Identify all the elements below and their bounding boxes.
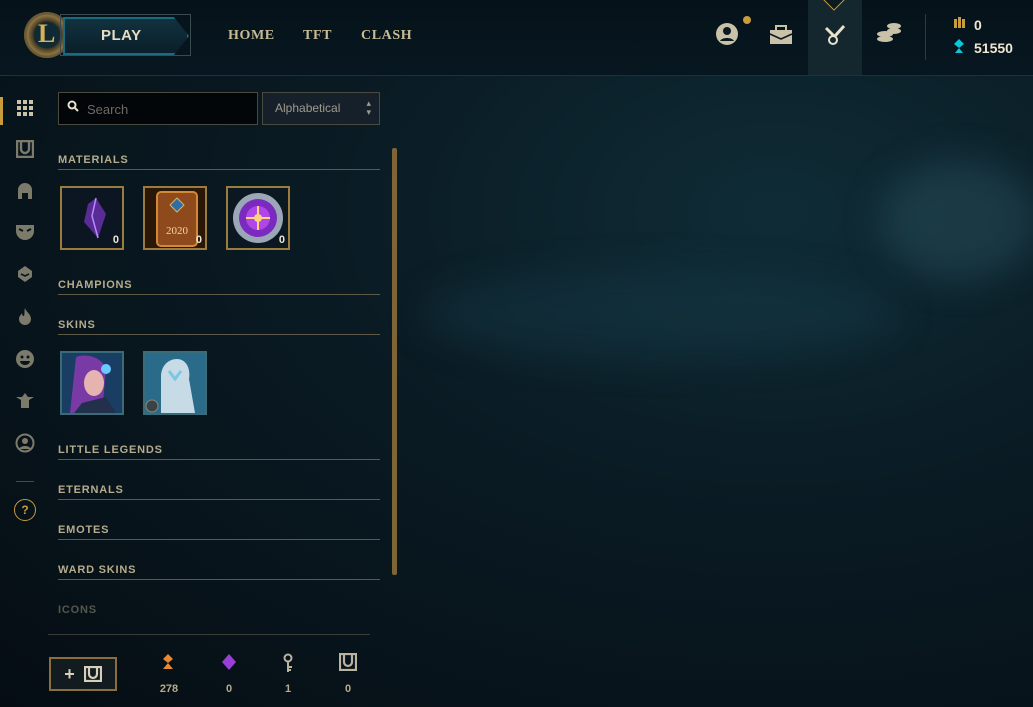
sidebar: ?	[0, 76, 48, 707]
profile-icon[interactable]	[713, 22, 741, 50]
bottom-divider	[48, 634, 370, 635]
resource-value: 0	[225, 683, 233, 695]
sidebar-selected-indicator	[0, 97, 3, 125]
chest-icon[interactable]	[14, 139, 36, 162]
category-champions[interactable]: CHAMPIONS	[58, 275, 380, 295]
nav-tft[interactable]: TFT	[303, 28, 332, 44]
category-skins[interactable]: SKINS	[58, 315, 380, 335]
coins-icon[interactable]	[875, 22, 903, 50]
add-label: +	[64, 664, 75, 684]
emote-face-icon[interactable]	[14, 349, 36, 371]
category-label: WARD SKINS	[58, 564, 137, 576]
material-tile[interactable]: 0	[60, 186, 124, 250]
orange-essence-display: 0	[952, 16, 982, 33]
scrollbar[interactable]	[392, 148, 397, 575]
category-eternals[interactable]: ETERNALS	[58, 480, 380, 500]
skin-portrait-icon	[62, 353, 122, 413]
category-label: MATERIALS	[58, 154, 129, 166]
helmet-icon[interactable]	[14, 182, 36, 204]
purple-gem-icon	[209, 653, 249, 677]
resource-purple-gem: 0	[209, 653, 249, 695]
totem-icon[interactable]	[14, 391, 36, 413]
chest-icon	[83, 665, 102, 683]
category-label: ICONS	[58, 604, 97, 616]
resource-value: 0	[344, 683, 352, 695]
topbar-separator	[925, 14, 926, 60]
resource-value: 1	[284, 683, 292, 695]
profile-circle-icon[interactable]	[14, 433, 36, 455]
search-box[interactable]	[58, 92, 258, 125]
search-icon	[67, 100, 79, 115]
play-button-label: PLAY	[101, 27, 142, 44]
sidebar-divider	[16, 481, 34, 482]
notification-dot	[743, 16, 751, 24]
orange-essence-icon	[149, 653, 189, 677]
add-chest-button[interactable]: +	[49, 657, 117, 691]
category-label: SKINS	[58, 319, 96, 331]
resource-value: 278	[159, 683, 179, 695]
skin-tile[interactable]	[60, 351, 124, 415]
grid-icon[interactable]	[14, 99, 36, 121]
skin-portrait-icon	[145, 353, 205, 413]
event-pass-year-label: 2020	[166, 225, 189, 237]
material-count: 0	[112, 234, 119, 246]
riot-points-icon	[952, 16, 968, 33]
nav-home[interactable]: HOME	[228, 28, 275, 44]
resource-orange-essence: 278	[149, 653, 189, 695]
sort-dropdown[interactable]: Alphabetical ▴ ▾	[262, 92, 380, 125]
help-icon[interactable]: ?	[14, 499, 36, 521]
category-icons[interactable]: ICONS	[58, 600, 380, 619]
flame-icon[interactable]	[14, 307, 36, 329]
background-wisp	[420, 270, 900, 360]
orange-essence-value: 0	[974, 17, 982, 33]
mask-icon[interactable]	[14, 223, 36, 245]
nav-clash[interactable]: CLASH	[361, 28, 412, 44]
material-count: 0	[195, 234, 202, 246]
material-tile[interactable]: 0	[226, 186, 290, 250]
key-icon	[268, 653, 308, 677]
material-count: 0	[278, 234, 285, 246]
search-input[interactable]	[85, 97, 249, 121]
sort-dropdown-value: Alphabetical	[275, 101, 341, 115]
category-materials[interactable]: MATERIALS	[58, 150, 380, 170]
material-tile[interactable]: 2020 0	[143, 186, 207, 250]
top-navigation-bar: L PLAY HOME TFT CLASH 0 51550	[0, 0, 1033, 76]
store-bag-icon[interactable]	[767, 22, 795, 50]
champion-face-icon[interactable]	[14, 265, 36, 287]
blue-essence-value: 51550	[974, 40, 1013, 56]
category-label: ETERNALS	[58, 484, 124, 496]
chest-icon	[328, 652, 368, 677]
resource-chest: 0	[328, 652, 368, 695]
skin-tile[interactable]	[143, 351, 207, 415]
category-emotes[interactable]: EMOTES	[58, 520, 380, 540]
up-down-arrows-icon: ▴ ▾	[366, 98, 371, 117]
category-ward-skins[interactable]: WARD SKINS	[58, 560, 380, 580]
loot-crafting-icon[interactable]	[821, 22, 849, 50]
blue-essence-icon	[952, 39, 968, 56]
background-wisp	[880, 160, 1033, 280]
category-label: LITTLE LEGENDS	[58, 444, 163, 456]
category-label: CHAMPIONS	[58, 279, 133, 291]
category-little-legends[interactable]: LITTLE LEGENDS	[58, 440, 380, 460]
play-button[interactable]: PLAY	[63, 17, 189, 55]
blue-essence-display: 51550	[952, 39, 1013, 56]
category-label: EMOTES	[58, 524, 110, 536]
resource-key: 1	[268, 653, 308, 695]
